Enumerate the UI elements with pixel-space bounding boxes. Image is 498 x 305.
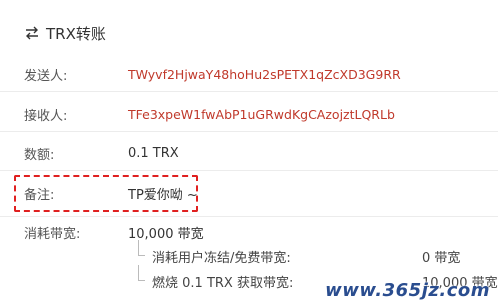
tree-connector [136, 265, 146, 291]
tree-connector [136, 240, 146, 266]
divider [0, 131, 498, 132]
receiver-label: 接收人: [24, 108, 68, 124]
page-title: TRX转账 [46, 24, 106, 43]
receiver-row: 接收人: TFe3xpeW1fwAbP1uGRwdKgCAzojztLQRLb [24, 104, 498, 124]
receiver-address[interactable]: TFe3xpeW1fwAbP1uGRwdKgCAzojztLQRLb [128, 107, 395, 122]
amount-value: 0.1 TRX [128, 145, 179, 161]
memo-value: TP爱你呦 ~ [128, 187, 198, 203]
bandwidth-detail-value: 0 带宽 [422, 250, 461, 266]
sender-label: 发送人: [24, 68, 68, 84]
divider [0, 170, 498, 171]
bandwidth-detail-label: 消耗用户冻结/免费带宽: [152, 250, 291, 266]
amount-label: 数额: [24, 147, 55, 163]
sender-address[interactable]: TWyvf2HjwaY48hoHu2sPETX1qZcXD3G9RR [128, 67, 401, 82]
divider [0, 216, 498, 217]
bandwidth-label: 消耗带宽: [24, 226, 81, 242]
memo-row: 备注: TP爱你呦 ~ [24, 183, 498, 203]
header: TRX转账 [24, 22, 106, 44]
divider [0, 91, 498, 92]
watermark: www.365jz.com [325, 280, 490, 301]
bandwidth-value: 10,000 带宽 [128, 226, 204, 242]
bandwidth-detail-row: 消耗用户冻结/免费带宽: 0 带宽 [136, 240, 498, 266]
amount-row: 数额: 0.1 TRX [24, 143, 498, 163]
memo-label: 备注: [24, 187, 55, 203]
sender-row: 发送人: TWyvf2HjwaY48hoHu2sPETX1qZcXD3G9RR [24, 64, 498, 84]
bandwidth-row: 消耗带宽: 10,000 带宽 [24, 222, 498, 242]
transfer-arrows-icon [24, 25, 40, 41]
trx-transfer-detail: TRX转账 发送人: TWyvf2HjwaY48hoHu2sPETX1qZcXD… [0, 0, 498, 305]
